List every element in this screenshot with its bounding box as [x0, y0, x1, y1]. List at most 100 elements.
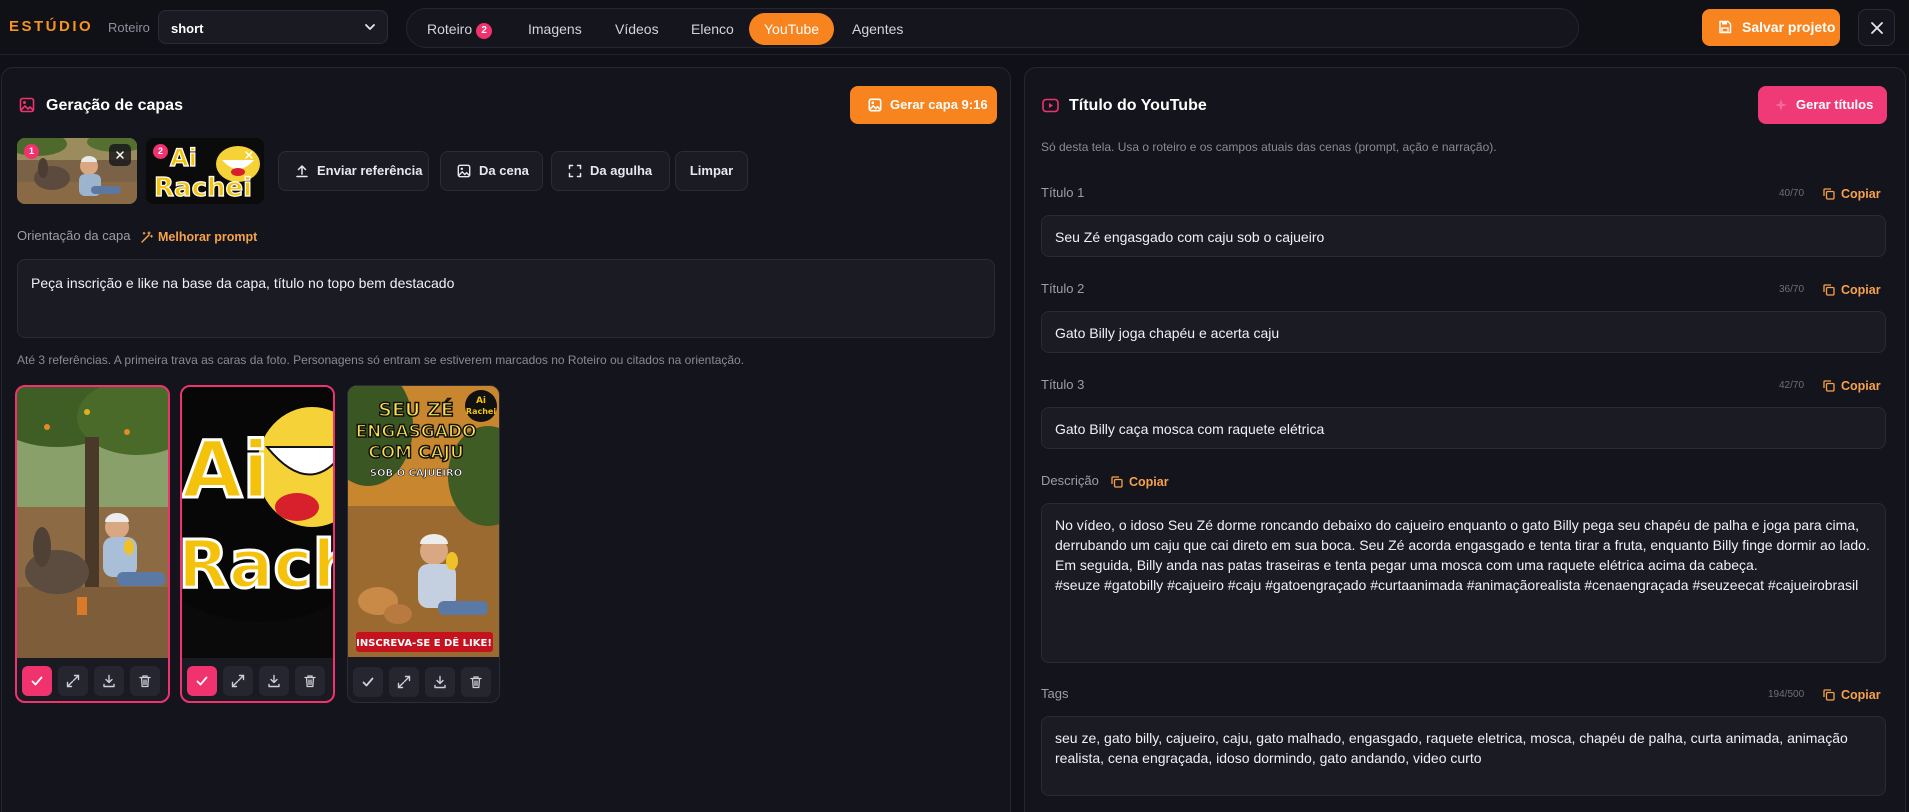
improve-prompt-label: Melhorar prompt [158, 230, 258, 244]
description-textarea[interactable]: No vídeo, o idoso Seu Zé dorme roncando … [1041, 503, 1886, 663]
title-1-input[interactable]: Seu Zé engasgado com caju sob o cajueiro [1041, 215, 1886, 257]
expand-cover-button[interactable] [223, 666, 253, 696]
tab-label: Vídeos [615, 21, 659, 37]
tab-roteiro[interactable]: Roteiro 2 [412, 13, 507, 45]
download-icon [434, 675, 446, 689]
upload-reference-label: Enviar referência [317, 163, 423, 178]
from-scene-label: Da cena [479, 163, 529, 178]
title-3-label: Título 3 [1041, 377, 1085, 392]
tab-youtube[interactable]: YouTube [749, 13, 835, 45]
from-scene-button[interactable]: Da cena [440, 151, 543, 191]
title-3-input[interactable]: Gato Billy caça mosca com raquete elétri… [1041, 407, 1886, 449]
trash-icon [139, 675, 151, 688]
covers-title: Geração de capas [46, 97, 183, 114]
save-project-button[interactable]: Salvar projeto [1702, 9, 1840, 46]
tags-label: Tags [1041, 686, 1069, 701]
close-icon [245, 151, 253, 159]
upload-reference-button[interactable]: Enviar referência [278, 151, 429, 191]
title-2-input[interactable]: Gato Billy joga chapéu e acerta caju [1041, 311, 1886, 353]
select-cover-button[interactable] [187, 666, 217, 696]
logo-text: Ai [182, 426, 269, 516]
close-icon [1871, 22, 1883, 34]
title-3-value: Gato Billy caça mosca com raquete elétri… [1055, 421, 1325, 437]
magic-wand-icon [141, 231, 153, 243]
copy-description-button[interactable]: Copiar [1111, 475, 1169, 489]
tab-agentes[interactable]: Agentes [837, 13, 918, 45]
top-bar: ESTÚDIO Roteiro short Roteiro 2 Imagens V… [0, 0, 1909, 55]
from-needle-button[interactable]: Da agulha [551, 151, 670, 191]
copy-title-1-button[interactable]: Copiar [1823, 187, 1881, 201]
reference-number-badge: 2 [153, 144, 168, 159]
image-icon [457, 164, 471, 178]
generate-cover-button[interactable]: Gerar capa 9:16 [850, 86, 997, 124]
title-3-counter: 42/70 [1779, 380, 1805, 391]
remove-reference-button[interactable] [109, 144, 131, 166]
clear-label: Limpar [689, 163, 734, 178]
title-1-counter: 40/70 [1779, 188, 1805, 199]
download-icon [268, 674, 280, 688]
delete-cover-button[interactable] [461, 667, 491, 697]
image-icon [868, 98, 882, 112]
logo-text: Ai [476, 396, 486, 406]
orientation-label: Orientação da capa [17, 228, 131, 243]
copy-icon [1111, 476, 1123, 488]
roteiro-select[interactable]: short [158, 10, 388, 44]
download-cover-button[interactable] [425, 667, 455, 697]
expand-cover-button[interactable] [389, 667, 419, 697]
delete-cover-button[interactable] [130, 666, 160, 696]
delete-cover-button[interactable] [295, 666, 325, 696]
copy-label: Copiar [1841, 187, 1881, 201]
tags-counter: 194/500 [1768, 689, 1805, 700]
copy-label: Copiar [1841, 688, 1881, 702]
description-label: Descrição [1041, 473, 1099, 488]
cover-headline-2: ENGASGADO [356, 422, 477, 442]
tab-label: YouTube [764, 21, 820, 37]
copy-title-2-button[interactable]: Copiar [1823, 283, 1881, 297]
reference-thumb-2[interactable]: Ai Rachei 2 [146, 138, 264, 204]
download-cover-button[interactable] [259, 666, 289, 696]
youtube-title: Título do YouTube [1069, 97, 1207, 114]
close-button[interactable] [1858, 9, 1895, 46]
expand-cover-button[interactable] [58, 666, 88, 696]
reference-thumb-1[interactable]: 1 [17, 138, 137, 204]
roteiro-label: Roteiro [108, 20, 150, 35]
improve-prompt-button[interactable]: Melhorar prompt [140, 230, 257, 244]
chevron-down-icon [365, 24, 375, 30]
tab-imagens[interactable]: Imagens [513, 13, 597, 45]
tab-elenco[interactable]: Elenco [676, 13, 749, 45]
generate-titles-label: Gerar títulos [1796, 97, 1874, 112]
youtube-icon [1042, 98, 1059, 113]
tags-value: seu ze, gato billy, cajueiro, caju, gato… [1055, 730, 1848, 766]
reference-number-badge: 1 [24, 144, 39, 159]
expand-icon [231, 674, 245, 688]
expand-icon [66, 674, 80, 688]
cover-result-card-2[interactable]: Ai Rachei [180, 385, 335, 703]
select-cover-button[interactable] [22, 666, 52, 696]
logo-text: Rachei [466, 407, 496, 416]
sparkle-icon [1775, 99, 1787, 111]
download-cover-button[interactable] [94, 666, 124, 696]
title-2-value: Gato Billy joga chapéu e acerta caju [1055, 325, 1280, 341]
cover-result-card-1[interactable] [15, 385, 170, 703]
copy-tags-button[interactable]: Copiar [1823, 688, 1881, 702]
tab-videos[interactable]: Vídeos [600, 13, 674, 45]
copy-label: Copiar [1841, 283, 1881, 297]
cover-result-card-3[interactable]: INSCREVA-SE E DÊ LIKE! SEU ZÉ ENGASGADO … [347, 385, 500, 703]
orientation-textarea[interactable]: Peça inscrição e like na base da capa, t… [17, 259, 995, 338]
tags-textarea[interactable]: seu ze, gato billy, cajueiro, caju, gato… [1041, 716, 1886, 796]
logo-text: Rachei [154, 173, 252, 203]
copy-label: Copiar [1129, 475, 1169, 489]
generate-titles-button[interactable]: Gerar títulos [1758, 86, 1887, 124]
title-2-counter: 36/70 [1779, 284, 1805, 295]
cover-image [17, 387, 168, 658]
upload-icon [296, 165, 308, 178]
orientation-value: Peça inscrição e like na base da capa, t… [31, 275, 455, 291]
remove-reference-button[interactable] [238, 144, 260, 166]
clear-button[interactable]: Limpar [675, 151, 748, 191]
trash-icon [470, 676, 482, 689]
title-2-label: Título 2 [1041, 281, 1085, 296]
tab-badge: 2 [476, 23, 493, 39]
youtube-note: Só desta tela. Usa o roteiro e os campos… [1041, 140, 1497, 154]
select-cover-button[interactable] [353, 667, 383, 697]
copy-title-3-button[interactable]: Copiar [1823, 379, 1881, 393]
